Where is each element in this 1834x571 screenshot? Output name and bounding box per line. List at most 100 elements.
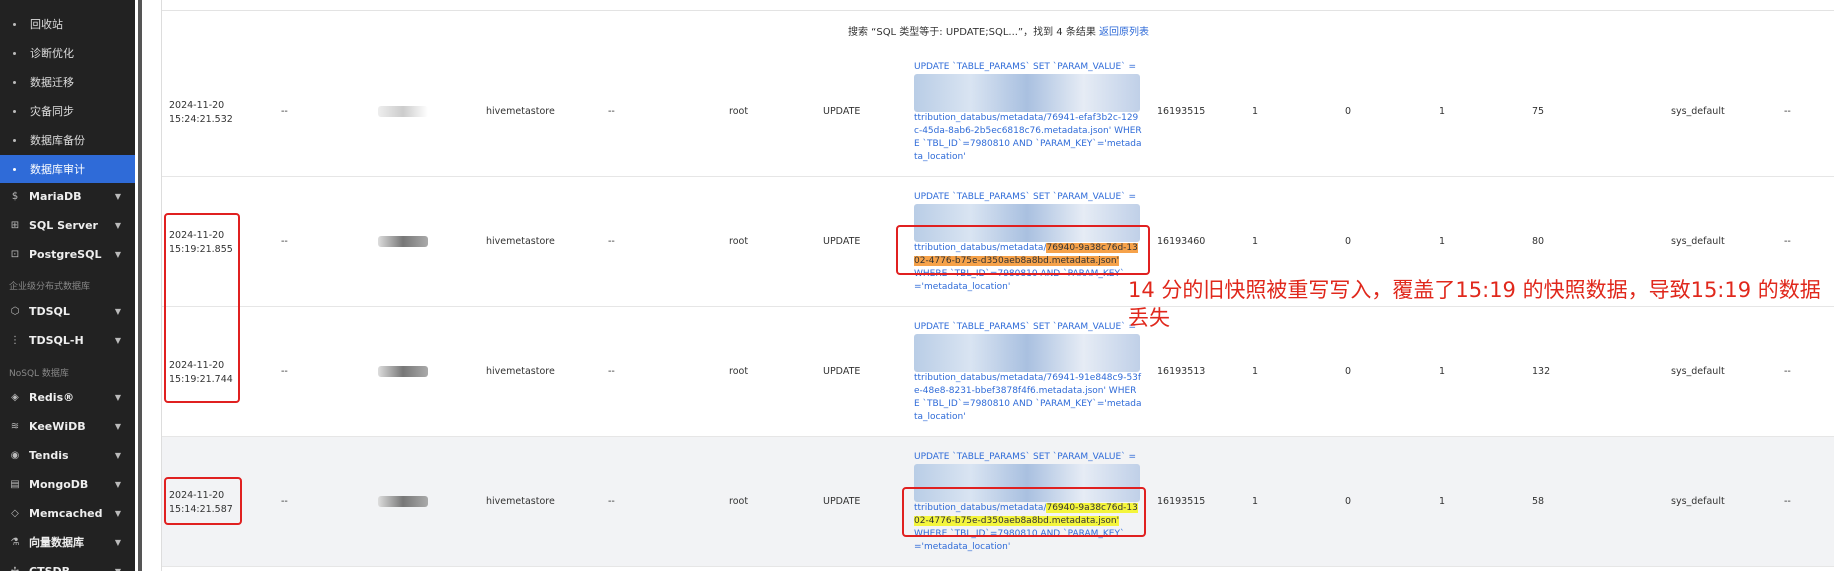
chevron-down-icon[interactable]: ▼ — [115, 250, 121, 259]
cell-pool: sys_default — [1671, 366, 1725, 377]
sidebar-group-mariadb[interactable]: $ MariaDB ▼ — [0, 182, 135, 210]
chevron-down-icon[interactable]: ▼ — [115, 538, 121, 547]
cell-time: 2024-11-20 15:24:21.532 — [169, 100, 233, 125]
cell-ms: 58 — [1532, 496, 1545, 507]
sidebar-subitem-label: 数据迁移 — [30, 76, 74, 89]
sidebar-subitem-label: 诊断优化 — [30, 47, 74, 60]
sidebar-group-tdsql-h[interactable]: ⋮ TDSQL-H ▼ — [0, 326, 135, 354]
cell-thread: 16193513 — [1157, 366, 1206, 377]
sql-line-head: UPDATE `TABLE_PARAMS` SET `PARAM_VALUE` … — [914, 192, 1137, 202]
sidebar-group-ctsdb[interactable]: ✢ CTSDB ▼ — [0, 557, 135, 571]
chevron-down-icon[interactable]: ▼ — [115, 336, 121, 345]
database-icon: $ — [11, 190, 19, 202]
cell-c1: 1 — [1252, 236, 1259, 247]
sidebar: 回收站 诊断优化 数据迁移 灾备同步 数据库备份 数据库审计 $ MariaDB ▼ ⊞ SQL S… — [0, 0, 135, 571]
sidebar-group--[interactable]: ⚗ 向量数据库 ▼ — [0, 528, 135, 556]
cell-c2: 0 — [1345, 106, 1352, 117]
cell-pool: sys_default — [1671, 106, 1725, 117]
sidebar-group-label: PostgreSQL — [29, 247, 102, 261]
cell-user: root — [729, 106, 749, 117]
database-icon: ✢ — [10, 565, 20, 571]
chevron-down-icon[interactable]: ▼ — [115, 393, 121, 402]
sidebar-group-redis-[interactable]: ◈ Redis® ▼ — [0, 383, 135, 411]
table-row[interactable]: 2024-11-20 15:24:21.532 -- hivemetastore --… — [162, 47, 1834, 177]
bullet-dot — [13, 80, 16, 84]
database-icon: ◈ — [11, 391, 19, 403]
cell-c3: 1 — [1439, 106, 1446, 117]
cell-user: root — [729, 236, 749, 247]
sql-statement[interactable]: UPDATE `TABLE_PARAMS` SET `PARAM_VALUE` … — [914, 61, 1142, 164]
sql-body: ttribution_databus/metadata/76941-91e848… — [914, 373, 1142, 422]
database-icon: ▤ — [10, 478, 20, 490]
sidebar-group-postgresql[interactable]: ⊡ PostgreSQL ▼ — [0, 240, 135, 268]
database-icon: ◇ — [11, 507, 19, 519]
sql-highlight-box-1 — [896, 225, 1150, 275]
cell-col2: -- — [281, 366, 288, 377]
back-to-list-link[interactable]: 返回原列表 — [1099, 27, 1149, 38]
sidebar-group-label: 向量数据库 — [29, 536, 84, 549]
sidebar-group-label: Memcached — [29, 506, 103, 520]
sidebar-scrollbar[interactable] — [138, 0, 142, 571]
sidebar-subitem[interactable]: 灾备同步 — [0, 97, 135, 125]
sidebar-subitem[interactable]: 数据库审计 — [0, 155, 135, 183]
sidebar-group-label: TDSQL — [29, 304, 70, 318]
sidebar-group-label: Redis® — [29, 390, 75, 404]
sidebar-group-label: CTSDB — [29, 564, 71, 571]
cell-type: UPDATE — [823, 236, 861, 247]
sidebar-group-memcached[interactable]: ◇ Memcached ▼ — [0, 499, 135, 527]
sql-statement[interactable]: UPDATE `TABLE_PARAMS` SET `PARAM_VALUE` … — [914, 321, 1142, 424]
chevron-down-icon[interactable]: ▼ — [115, 192, 121, 201]
bullet-dot — [13, 167, 16, 171]
time-highlight-box-2 — [164, 477, 242, 525]
cell-db: hivemetastore — [486, 106, 555, 117]
chevron-down-icon[interactable]: ▼ — [115, 422, 121, 431]
sidebar-group-tendis[interactable]: ◉ Tendis ▼ — [0, 441, 135, 469]
chevron-down-icon[interactable]: ▼ — [115, 221, 121, 230]
cell-c1: 1 — [1252, 106, 1259, 117]
sidebar-subitem[interactable]: 数据库备份 — [0, 126, 135, 154]
cell-ms: 75 — [1532, 106, 1545, 117]
sidebar-subitem[interactable]: 回收站 — [0, 10, 135, 38]
cell-c3: 1 — [1439, 496, 1446, 507]
cell-type: UPDATE — [823, 496, 861, 507]
table-header-divider — [162, 10, 1834, 11]
redacted-host — [378, 106, 428, 117]
cell-col5: -- — [608, 236, 615, 247]
sidebar-group-mongodb[interactable]: ▤ MongoDB ▼ — [0, 470, 135, 498]
sidebar-subitem-label: 灾备同步 — [30, 105, 74, 118]
sidebar-group-label: SQL Server — [29, 218, 98, 232]
chevron-down-icon[interactable]: ▼ — [115, 307, 121, 316]
redacted-host — [378, 366, 428, 377]
sidebar-group-label: KeeWiDB — [29, 419, 86, 433]
cell-col5: -- — [608, 496, 615, 507]
bullet-dot — [13, 109, 16, 113]
sidebar-group-keewidb[interactable]: ≋ KeeWiDB ▼ — [0, 412, 135, 440]
chevron-down-icon[interactable]: ▼ — [115, 480, 121, 489]
cell-last: -- — [1784, 496, 1791, 507]
search-result-text: 搜索 “SQL 类型等于: UPDATE;SQL...”，找到 4 条结果 — [847, 27, 1096, 38]
cell-pool: sys_default — [1671, 236, 1725, 247]
cell-col2: -- — [281, 496, 288, 507]
annotation-text: 14 分的旧快照被重写写入，覆盖了15:19 的快照数据，导致15:19 的数据… — [1128, 278, 1821, 330]
cell-last: -- — [1784, 106, 1791, 117]
chevron-down-icon[interactable]: ▼ — [115, 567, 121, 571]
bullet-dot — [13, 22, 16, 26]
sidebar-section-title: NoSQL 数据库 — [9, 369, 69, 379]
chevron-down-icon[interactable]: ▼ — [115, 509, 121, 518]
redacted-sql — [914, 74, 1140, 112]
cell-c1: 1 — [1252, 366, 1259, 377]
database-icon: ≋ — [10, 420, 20, 432]
cell-user: root — [729, 496, 749, 507]
sidebar-group-sql-server[interactable]: ⊞ SQL Server ▼ — [0, 211, 135, 239]
sidebar-subitem[interactable]: 数据迁移 — [0, 68, 135, 96]
cell-col5: -- — [608, 366, 615, 377]
database-icon: ⊡ — [10, 248, 20, 260]
cell-thread: 16193460 — [1157, 236, 1206, 247]
search-result-notice: 搜索 “SQL 类型等于: UPDATE;SQL...”，找到 4 条结果 返回… — [162, 23, 1834, 38]
cell-c3: 1 — [1439, 366, 1446, 377]
sidebar-subitem[interactable]: 诊断优化 — [0, 39, 135, 67]
cell-user: root — [729, 366, 749, 377]
sidebar-group-tdsql[interactable]: ⬡ TDSQL ▼ — [0, 297, 135, 325]
sql-line-head: UPDATE `TABLE_PARAMS` SET `PARAM_VALUE` … — [914, 322, 1137, 332]
chevron-down-icon[interactable]: ▼ — [115, 451, 121, 460]
